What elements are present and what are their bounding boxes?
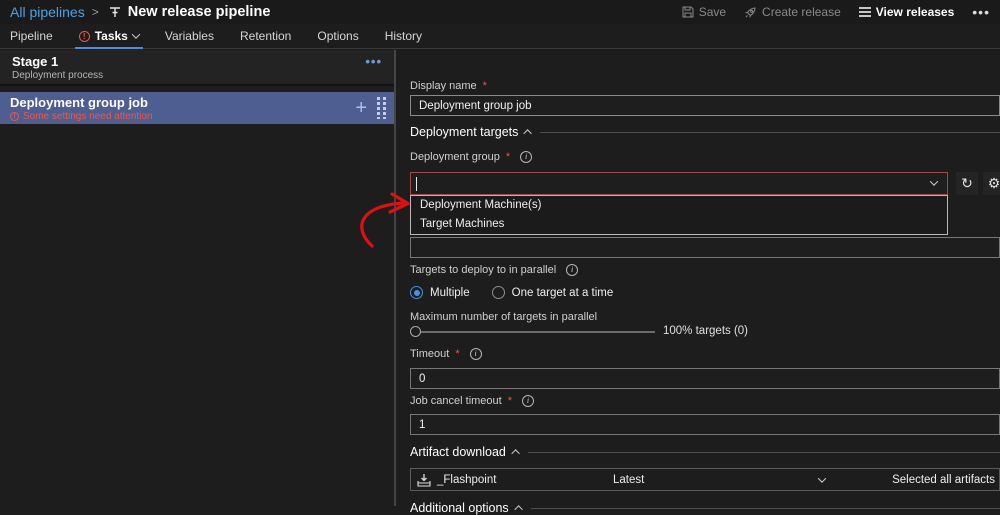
tasks-warning-icon: ! (78, 30, 90, 42)
tab-history[interactable]: History (385, 24, 422, 49)
section-divider (530, 507, 1000, 509)
tab-retention[interactable]: Retention (240, 24, 291, 49)
max-targets-slider-track[interactable] (412, 331, 655, 333)
job-warning-text: Some settings need attention (23, 111, 153, 122)
stage-subtitle: Deployment process (12, 70, 104, 81)
chevron-down-icon (131, 30, 141, 39)
tab-variables[interactable]: Variables (165, 24, 214, 49)
section-additional-options[interactable]: Additional options (410, 501, 1000, 515)
tab-bar: Pipeline ! Tasks Variables Retention Opt… (0, 24, 1000, 49)
radio-selected-icon (410, 286, 423, 299)
max-targets-slider-thumb[interactable] (410, 326, 421, 337)
manage-gear-button[interactable]: ⚙ (983, 172, 1000, 195)
radio-multiple[interactable]: Multiple (410, 286, 470, 299)
job-title: Deployment group job (10, 95, 148, 110)
refresh-button[interactable]: ↻ (956, 172, 978, 195)
info-icon[interactable]: i (520, 151, 533, 163)
tab-pipeline[interactable]: Pipeline (10, 24, 53, 49)
artifact-row[interactable]: _Flashpoint Latest Selected all artifact… (410, 468, 1000, 491)
radio-unselected-icon (491, 286, 505, 299)
section-deployment-targets[interactable]: Deployment targets (410, 125, 1000, 139)
rocket-icon (745, 6, 756, 18)
breadcrumb-separator: > (91, 5, 99, 19)
stages-panel: Stage 1 Deployment process ••• Deploymen… (0, 50, 396, 506)
task-settings-panel: Display name* Deployment targets Deploym… (398, 50, 1000, 515)
targets-parallel-radios: Multiple One target at a time (410, 286, 613, 299)
timeout-input[interactable] (410, 368, 1000, 389)
tab-options[interactable]: Options (317, 24, 358, 49)
info-icon[interactable]: i (522, 395, 534, 407)
tab-tasks[interactable]: ! Tasks (74, 24, 143, 49)
job-cancel-timeout-label: Job cancel timeout * i (410, 395, 534, 407)
deployment-group-job-item[interactable]: Deployment group job ! Some settings nee… (0, 92, 394, 124)
deployment-group-dropdown: Deployment Machine(s) Target Machines (410, 195, 948, 235)
section-divider (540, 131, 1000, 133)
targets-parallel-label: Targets to deploy to in parallel i (410, 264, 579, 276)
deployment-group-combobox[interactable] (410, 172, 948, 195)
stage-title: Stage 1 (12, 54, 59, 69)
chevron-down-icon[interactable] (817, 474, 827, 483)
artifact-version: Latest (613, 473, 645, 486)
view-releases-button[interactable]: View releases (858, 5, 954, 19)
list-icon (858, 7, 871, 17)
breadcrumb-all-pipelines[interactable]: All pipelines (10, 4, 85, 20)
page-title: New release pipeline (127, 4, 271, 20)
save-button[interactable]: Save (682, 5, 726, 19)
artifact-selection[interactable]: Selected all artifacts (892, 474, 999, 486)
release-pipeline-icon (108, 5, 122, 19)
text-caret (416, 177, 417, 191)
job-warning-icon: ! (10, 112, 19, 121)
info-icon[interactable]: i (566, 264, 579, 276)
display-name-input[interactable] (410, 95, 1000, 116)
radio-one-target[interactable]: One target at a time (491, 286, 613, 299)
stage-more-button[interactable]: ••• (365, 54, 382, 69)
chevron-up-icon (514, 505, 523, 514)
timeout-label: Timeout * i (410, 348, 482, 360)
release-pipeline-editor: { "ui": { "required": "*", "info": "i", … (0, 0, 1000, 515)
tags-input[interactable] (410, 237, 1000, 258)
drag-grip-icon[interactable] (377, 97, 386, 119)
create-release-button[interactable]: Create release (744, 5, 841, 19)
chevron-down-icon[interactable] (929, 177, 939, 186)
chevron-up-icon (511, 449, 520, 458)
info-icon[interactable]: i (469, 348, 482, 360)
max-targets-label: Maximum number of targets in parallel (410, 311, 598, 323)
max-targets-value: 100% targets (0) (663, 325, 749, 337)
save-icon (682, 6, 694, 18)
dropdown-option[interactable]: Target Machines (411, 215, 947, 234)
more-actions-button[interactable]: ••• (972, 4, 990, 20)
stage-card[interactable]: Stage 1 Deployment process ••• (0, 50, 394, 86)
artifact-name: _Flashpoint (437, 473, 497, 486)
section-artifact-download[interactable]: Artifact download (410, 445, 1000, 459)
chevron-up-icon (523, 129, 533, 138)
dropdown-option[interactable]: Deployment Machine(s) (411, 196, 947, 215)
deployment-group-label: Deployment group * i (410, 151, 533, 163)
add-task-button[interactable]: + (355, 98, 367, 118)
job-cancel-timeout-input[interactable] (410, 414, 1000, 435)
display-name-label: Display name * (410, 80, 487, 92)
artifact-icon (417, 473, 431, 487)
top-actions: Save Create release View releases ••• (682, 4, 990, 20)
section-divider (527, 451, 1000, 453)
top-bar: All pipelines > New release pipeline Sav… (0, 0, 1000, 24)
